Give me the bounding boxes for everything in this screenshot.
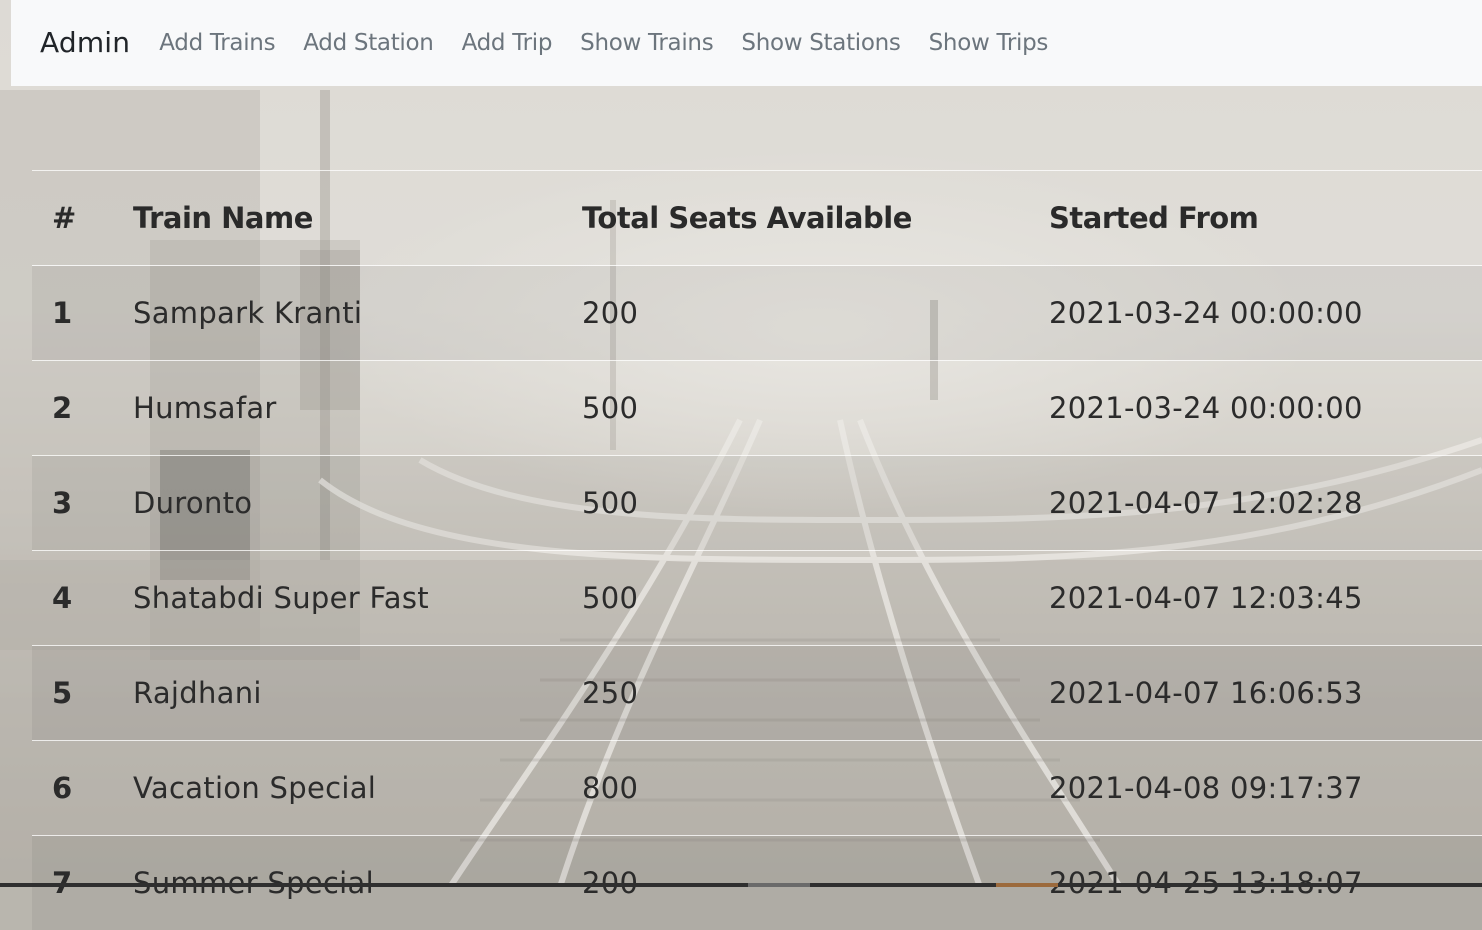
- nav-link-show-stations[interactable]: Show Stations: [741, 32, 900, 55]
- table-row: 1 Sampark Kranti 200 2021-03-24 00:00:00: [32, 266, 1482, 361]
- cell-total-seats: 500: [582, 361, 1049, 456]
- top-navbar: Admin Add Trains Add Station Add Trip Sh…: [11, 0, 1482, 86]
- cell-index: 1: [32, 266, 133, 361]
- cell-train-name: Humsafar: [133, 361, 582, 456]
- cell-index: 4: [32, 551, 133, 646]
- cell-total-seats: 200: [582, 266, 1049, 361]
- nav-link-show-trains[interactable]: Show Trains: [580, 32, 713, 55]
- table-row: 5 Rajdhani 250 2021-04-07 16:06:53: [32, 646, 1482, 741]
- cell-started-from: 2021-04-08 09:17:37: [1049, 741, 1482, 836]
- trains-table-container: # Train Name Total Seats Available Start…: [32, 170, 1482, 930]
- cell-started-from: 2021-03-24 00:00:00: [1049, 266, 1482, 361]
- header-started-from: Started From: [1049, 171, 1482, 266]
- table-row: 2 Humsafar 500 2021-03-24 00:00:00: [32, 361, 1482, 456]
- cell-index: 5: [32, 646, 133, 741]
- cell-train-name: Shatabdi Super Fast: [133, 551, 582, 646]
- cell-train-name: Duronto: [133, 456, 582, 551]
- cell-train-name: Sampark Kranti: [133, 266, 582, 361]
- header-index: #: [32, 171, 133, 266]
- nav-link-add-trip[interactable]: Add Trip: [462, 32, 553, 55]
- nav-links: Add Trains Add Station Add Trip Show Tra…: [159, 32, 1076, 55]
- cell-index: 6: [32, 741, 133, 836]
- nav-link-add-station[interactable]: Add Station: [303, 32, 433, 55]
- navbar-brand-admin[interactable]: Admin: [40, 29, 130, 57]
- nav-link-add-trains[interactable]: Add Trains: [159, 32, 275, 55]
- cell-total-seats: 250: [582, 646, 1049, 741]
- cell-started-from: 2021-04-07 12:03:45: [1049, 551, 1482, 646]
- cell-total-seats: 800: [582, 741, 1049, 836]
- nav-link-show-trips[interactable]: Show Trips: [929, 32, 1048, 55]
- cell-index: 2: [32, 361, 133, 456]
- cell-started-from: 2021-04-07 12:02:28: [1049, 456, 1482, 551]
- cell-train-name: Rajdhani: [133, 646, 582, 741]
- cell-total-seats: 500: [582, 551, 1049, 646]
- table-row: 4 Shatabdi Super Fast 500 2021-04-07 12:…: [32, 551, 1482, 646]
- table-row: 3 Duronto 500 2021-04-07 12:02:28: [32, 456, 1482, 551]
- table-row: 6 Vacation Special 800 2021-04-08 09:17:…: [32, 741, 1482, 836]
- horizontal-scrollbar[interactable]: [0, 883, 1482, 887]
- scrollbar-thumb[interactable]: [748, 883, 810, 887]
- cell-started-from: 2021-03-24 00:00:00: [1049, 361, 1482, 456]
- cell-index: 3: [32, 456, 133, 551]
- header-train-name: Train Name: [133, 171, 582, 266]
- header-total-seats: Total Seats Available: [582, 171, 1049, 266]
- scrollbar-marker: [996, 883, 1058, 887]
- trains-table: # Train Name Total Seats Available Start…: [32, 170, 1482, 930]
- cell-started-from: 2021-04-07 16:06:53: [1049, 646, 1482, 741]
- cell-train-name: Vacation Special: [133, 741, 582, 836]
- cell-total-seats: 500: [582, 456, 1049, 551]
- table-header-row: # Train Name Total Seats Available Start…: [32, 171, 1482, 266]
